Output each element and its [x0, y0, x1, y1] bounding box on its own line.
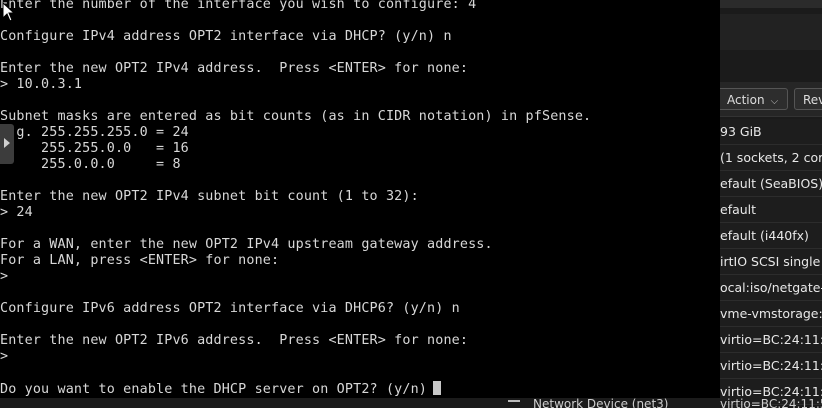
- vm-console-terminal[interactable]: Enter the number of the interface you wi…: [0, 0, 720, 398]
- hardware-row-bios[interactable]: efault (SeaBIOS): [720, 171, 822, 197]
- console-line: Do you want to enable the DHCP server on…: [0, 382, 428, 397]
- hardware-row-hard-disk[interactable]: vme-vmstorage:vm: [720, 301, 822, 327]
- console-output: Enter the number of the interface you wi…: [0, 0, 591, 398]
- hardware-row-machine[interactable]: efault (i440fx): [720, 223, 822, 249]
- text-cursor: [433, 381, 442, 395]
- console-line: For a WAN, enter the new OPT2 IPv4 upstr…: [0, 237, 493, 252]
- hardware-list: 93 GiB (1 sockets, 2 cores) efault (SeaB…: [720, 119, 822, 405]
- console-line: e.g. 255.255.255.0 = 24: [0, 125, 189, 140]
- console-line: Enter the number of the interface you wi…: [0, 0, 477, 12]
- revert-button-label: Rev: [803, 93, 822, 107]
- console-line: 255.255.0.0 = 16: [0, 141, 189, 156]
- console-line: Configure IPv6 address OPT2 interface vi…: [0, 301, 460, 316]
- hardware-row-processors[interactable]: (1 sockets, 2 cores): [720, 145, 822, 171]
- mouse-pointer-icon: [2, 2, 16, 22]
- console-line: Configure IPv4 address OPT2 interface vi…: [0, 29, 452, 44]
- console-line: 255.0.0.0 = 8: [0, 157, 181, 172]
- console-line: >: [0, 349, 9, 364]
- console-line: > 10.0.3.1: [0, 77, 83, 92]
- action-button-label: Action: [727, 93, 765, 107]
- console-line: For a LAN, press <ENTER> for none:: [0, 253, 280, 268]
- top-strip: [720, 0, 822, 8]
- hardware-row-display[interactable]: efault: [720, 197, 822, 223]
- console-line: > 24: [0, 205, 33, 220]
- console-side-panel-toggle[interactable]: [0, 124, 14, 164]
- header-band: [720, 14, 822, 50]
- hardware-row-scsi-controller[interactable]: irtIO SCSI single: [720, 249, 822, 275]
- console-line: Enter the new OPT2 IPv6 address. Press <…: [0, 333, 469, 348]
- hardware-row-cd-dvd[interactable]: ocal:iso/netgate-ins: [720, 275, 822, 301]
- console-line: Enter the new OPT2 IPv4 address. Press <…: [0, 61, 469, 76]
- console-line: >: [0, 269, 9, 284]
- hardware-row-memory[interactable]: 93 GiB: [720, 119, 822, 145]
- console-line: Subnet masks are entered as bit counts (…: [0, 109, 592, 124]
- console-line: Enter the new OPT2 IPv4 subnet bit count…: [0, 189, 419, 204]
- chevron-right-icon: [4, 138, 10, 148]
- action-dropdown-button[interactable]: Action ⌵: [716, 88, 788, 110]
- chevron-down-icon: ⌵: [770, 96, 779, 107]
- hardware-row-network-1[interactable]: virtio=BC:24:11:1D: [720, 353, 822, 379]
- revert-button[interactable]: Rev: [794, 88, 822, 110]
- network-icon: [508, 400, 520, 402]
- hardware-row-network-0[interactable]: virtio=BC:24:11:AA: [720, 327, 822, 353]
